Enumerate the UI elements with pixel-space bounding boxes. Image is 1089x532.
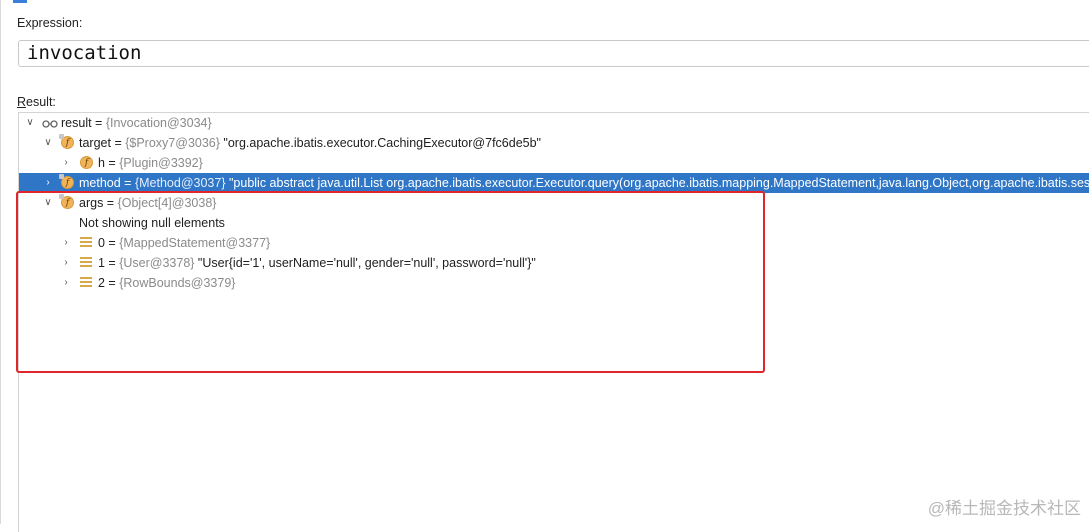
node-equals: = — [121, 176, 135, 190]
node-ref: {Plugin@3392} — [119, 156, 203, 170]
node-name: h — [98, 156, 105, 170]
watermark: @稀土掘金技术社区 — [928, 494, 1081, 519]
result-label-mnemonic: R — [17, 95, 26, 109]
chevron-down-icon[interactable]: ∨ — [42, 133, 54, 153]
node-ref: {MappedStatement@3377} — [119, 236, 270, 250]
node-equals: = — [105, 236, 119, 250]
tree-row-h[interactable]: › f h = {Plugin@3392} — [19, 153, 1089, 173]
node-ref: {Method@3037} — [135, 176, 226, 190]
lock-icon — [59, 174, 64, 179]
node-equals: = — [105, 276, 119, 290]
node-ref: {RowBounds@3379} — [119, 276, 235, 290]
tree-row-message: Not showing null elements — [19, 213, 1089, 233]
chevron-right-icon[interactable]: › — [42, 173, 54, 193]
node-value: "User{id='1', userName='null', gender='n… — [194, 256, 535, 270]
tree-row-arg-0[interactable]: › 0 = {MappedStatement@3377} — [19, 233, 1089, 253]
expression-label: Expression: — [17, 16, 82, 30]
node-ref: {User@3378} — [119, 256, 194, 270]
left-border — [0, 0, 1, 524]
node-value: "org.apache.ibatis.executor.CachingExecu… — [220, 136, 541, 150]
node-equals: = — [103, 196, 117, 210]
node-name: args — [79, 196, 103, 210]
field-icon: f — [61, 136, 74, 149]
tree-row-arg-2[interactable]: › 2 = {RowBounds@3379} — [19, 273, 1089, 293]
tree-row-result[interactable]: ∨ result = {Invocation@3034} — [19, 113, 1089, 133]
chevron-right-icon[interactable]: › — [60, 233, 72, 253]
node-equals: = — [92, 116, 106, 130]
result-tree[interactable]: ∨ result = {Invocation@3034} ∨ f target … — [18, 112, 1089, 532]
array-element-icon — [80, 277, 92, 289]
node-name: 1 — [98, 256, 105, 270]
expression-input[interactable]: invocation — [18, 40, 1089, 67]
tree-row-args[interactable]: ∨ f args = {Object[4]@3038} — [19, 193, 1089, 213]
chevron-right-icon[interactable]: › — [60, 153, 72, 173]
node-ref: {$Proxy7@3036} — [125, 136, 220, 150]
null-elements-message: Not showing null elements — [79, 213, 225, 233]
node-value: "public abstract java.util.List org.apac… — [226, 176, 1089, 190]
node-ref: {Object[4]@3038} — [118, 196, 217, 210]
node-name: method — [79, 176, 121, 190]
field-icon: f — [61, 196, 74, 209]
chevron-right-icon[interactable]: › — [60, 253, 72, 273]
array-element-icon — [80, 237, 92, 249]
node-name: target — [79, 136, 111, 150]
chevron-down-icon[interactable]: ∨ — [24, 113, 36, 133]
tree-row-method[interactable]: › f method = {Method@3037} "public abstr… — [19, 173, 1089, 193]
watch-glasses-icon — [42, 116, 58, 130]
node-name: result — [61, 116, 92, 130]
window-accent — [13, 0, 27, 3]
tree-row-arg-1[interactable]: › 1 = {User@3378} "User{id='1', userName… — [19, 253, 1089, 273]
node-name: 0 — [98, 236, 105, 250]
array-element-icon — [80, 257, 92, 269]
lock-icon — [59, 134, 64, 139]
lock-icon — [59, 194, 64, 199]
chevron-down-icon[interactable]: ∨ — [42, 193, 54, 213]
tree-row-target[interactable]: ∨ f target = {$Proxy7@3036} "org.apache.… — [19, 133, 1089, 153]
field-icon: f — [61, 176, 74, 189]
node-equals: = — [105, 256, 119, 270]
field-icon: f — [80, 156, 93, 169]
node-equals: = — [111, 136, 125, 150]
chevron-right-icon[interactable]: › — [60, 273, 72, 293]
node-ref: {Invocation@3034} — [106, 116, 212, 130]
result-label-text: esult: — [26, 95, 56, 109]
node-equals: = — [105, 156, 119, 170]
result-label: Result: — [17, 95, 56, 109]
node-name: 2 — [98, 276, 105, 290]
